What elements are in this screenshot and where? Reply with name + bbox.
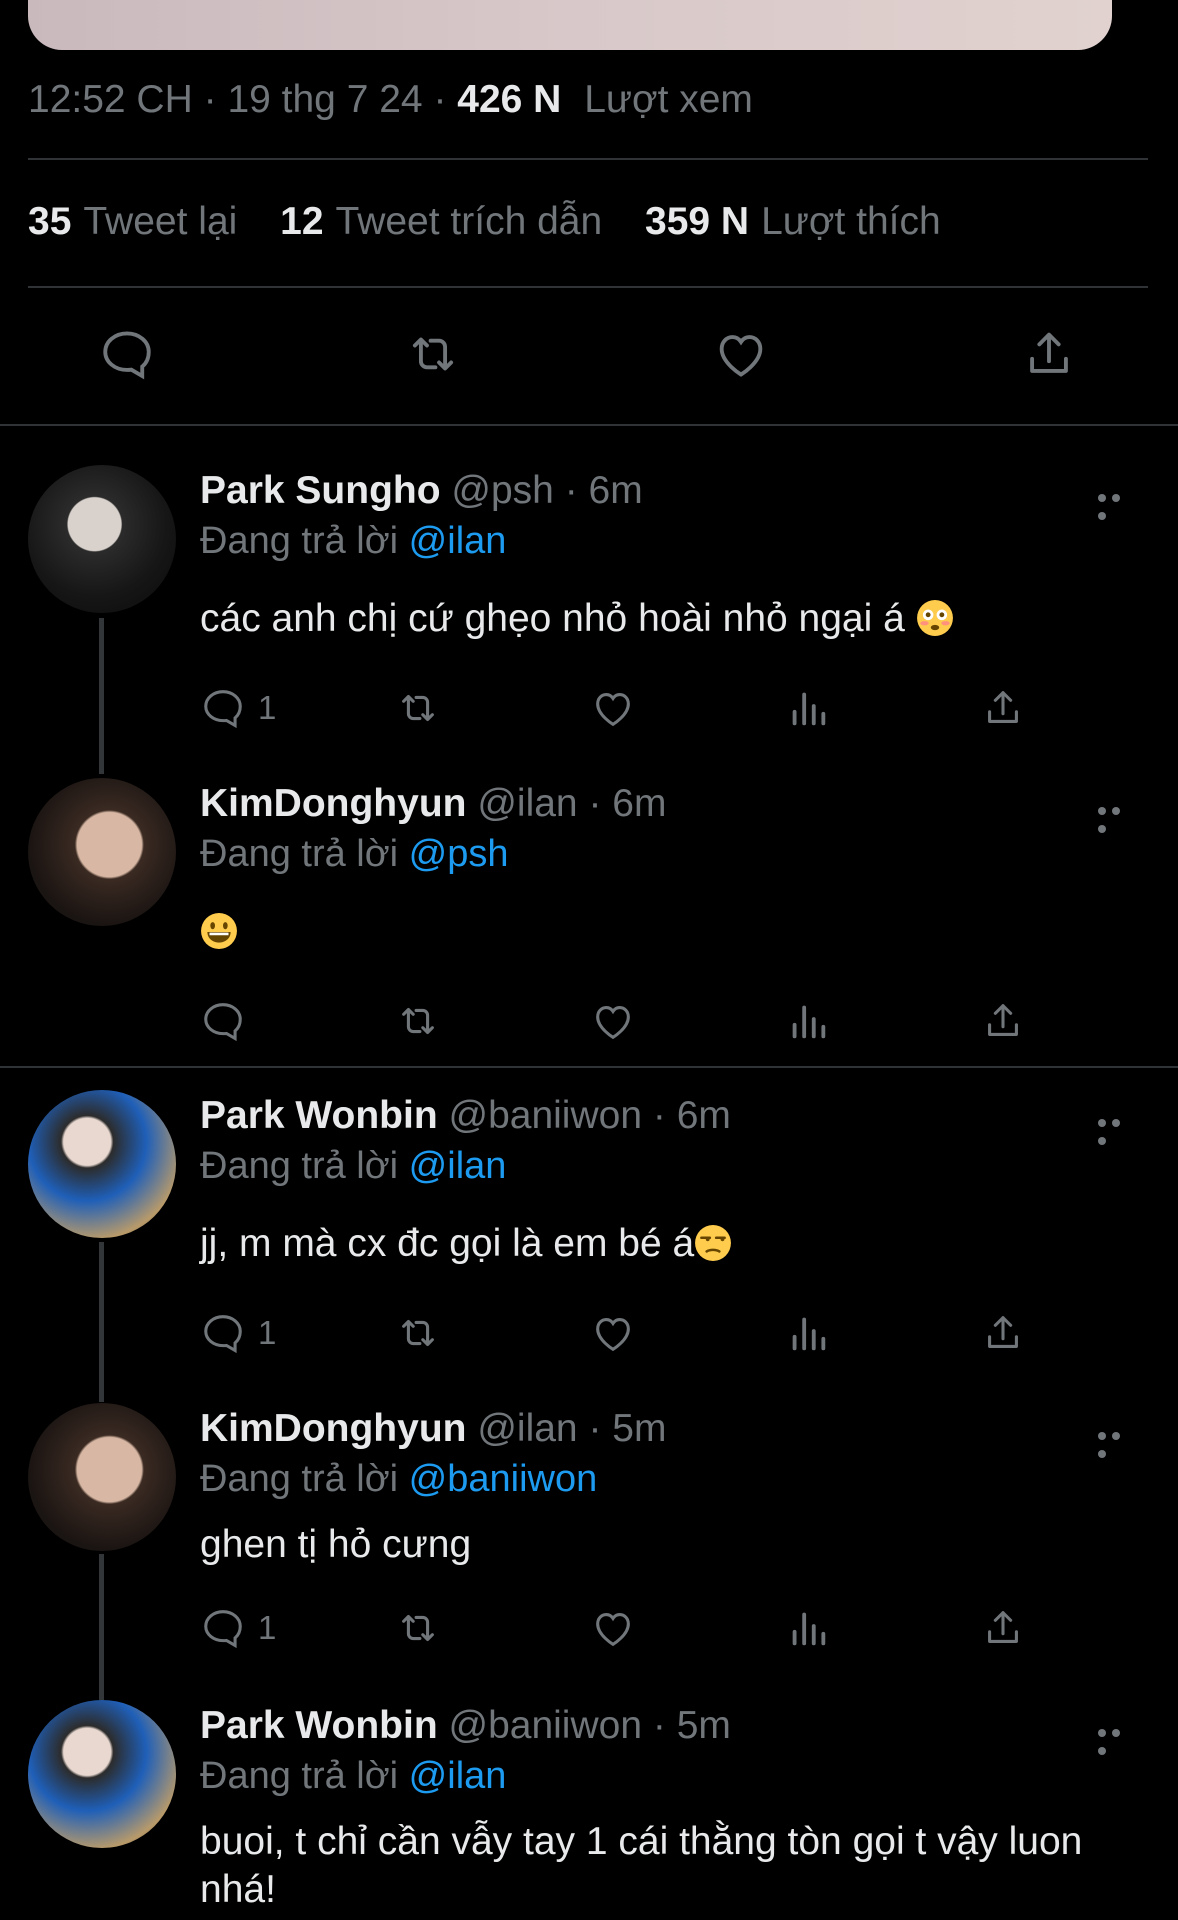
avatar[interactable] — [28, 1403, 176, 1551]
user-handle[interactable]: @ilan — [477, 1407, 577, 1450]
views-label: Lượt xem — [584, 78, 753, 121]
reply-actions: 1 — [200, 1308, 1040, 1358]
thread-line — [99, 1554, 104, 1700]
reply-icon — [204, 690, 242, 729]
more-options-icon[interactable] — [1098, 802, 1138, 833]
user-handle[interactable]: @baniiwon — [448, 1704, 642, 1747]
retweet-icon[interactable] — [404, 325, 462, 383]
share-icon[interactable] — [1020, 325, 1078, 383]
reply-text: jj, m mà cx đc gọi là em bé á — [200, 1222, 695, 1265]
retweet-icon[interactable] — [395, 683, 441, 733]
more-options-icon[interactable] — [1098, 1724, 1138, 1755]
avatar[interactable] — [28, 778, 176, 926]
reply-icon[interactable] — [98, 325, 156, 383]
flushed-face-emoji — [916, 600, 953, 636]
mention-link[interactable]: @ilan — [409, 1755, 507, 1797]
display-name[interactable]: KimDonghyun — [200, 1407, 466, 1450]
display-name[interactable]: KimDonghyun — [200, 782, 466, 825]
analytics-icon[interactable] — [785, 1308, 831, 1358]
avatar[interactable] — [28, 465, 176, 613]
share-icon[interactable] — [980, 683, 1026, 733]
reply-button[interactable]: 1 — [200, 683, 276, 733]
replying-to-label: Đang trả lời — [200, 833, 399, 875]
more-options-icon[interactable] — [1098, 1427, 1138, 1458]
analytics-icon[interactable] — [785, 1603, 831, 1653]
reply-actions: 1 — [200, 1603, 1040, 1653]
reply-text: buoi, t chỉ cần vẫy tay 1 cái thằng tòn … — [200, 1820, 1083, 1911]
tweet-media-image[interactable] — [28, 0, 1112, 50]
display-name[interactable]: Park Sungho — [200, 469, 441, 512]
likes-stat[interactable]: 359 N Lượt thích — [645, 200, 941, 243]
replying-to-label: Đang trả lời — [200, 520, 399, 562]
mention-link[interactable]: @baniiwon — [409, 1458, 598, 1500]
tweet-timestamp-row: 12:52 CH · 19 thg 7 24 · 426 N Lượt xem — [28, 78, 753, 121]
tweet-stats-row: 35 Tweet lại 12 Tweet trích dẫn 359 N Lượt … — [28, 200, 973, 244]
reply-text: ghen tị hỏ cưng — [200, 1523, 472, 1566]
reply-actions: 1 — [200, 683, 1040, 733]
like-icon[interactable] — [590, 1308, 636, 1358]
like-icon[interactable] — [590, 683, 636, 733]
more-options-icon[interactable] — [1098, 489, 1138, 520]
retweet-icon[interactable] — [395, 1308, 441, 1358]
reply-time: 5m — [612, 1407, 667, 1450]
mention-link[interactable]: @ilan — [409, 1145, 507, 1187]
replying-to-label: Đang trả lời — [200, 1458, 399, 1500]
grinning-face-emoji — [201, 913, 237, 949]
divider — [28, 158, 1148, 160]
retweet-icon[interactable] — [395, 996, 441, 1046]
display-name[interactable]: Park Wonbin — [200, 1704, 438, 1747]
reply-button[interactable]: 1 — [200, 1603, 276, 1653]
retweets-stat[interactable]: 35 Tweet lại — [28, 200, 237, 243]
avatar[interactable] — [28, 1090, 176, 1238]
reply-button[interactable]: 1 — [200, 1308, 276, 1358]
thread-line — [99, 618, 104, 774]
tweet-time: 12:52 CH — [28, 78, 193, 121]
avatar[interactable] — [28, 1700, 176, 1848]
display-name[interactable]: Park Wonbin — [200, 1094, 438, 1137]
tweet-date: 19 thg 7 24 — [227, 78, 423, 121]
tweet-action-bar — [0, 325, 1178, 385]
unamused-face-emoji — [695, 1225, 732, 1261]
user-handle[interactable]: @baniiwon — [448, 1094, 642, 1137]
reply-time: 6m — [588, 469, 643, 512]
quote-tweets-stat[interactable]: 12 Tweet trích dẫn — [280, 200, 602, 243]
share-icon[interactable] — [980, 1308, 1026, 1358]
like-icon[interactable] — [590, 996, 636, 1046]
reply-time: 6m — [612, 782, 667, 825]
reply-count: 1 — [258, 689, 277, 726]
divider — [0, 1066, 1178, 1068]
analytics-icon[interactable] — [785, 996, 831, 1046]
replying-to-label: Đang trả lời — [200, 1755, 399, 1797]
divider — [0, 424, 1178, 426]
reply-actions — [200, 996, 1040, 1046]
views-count: 426 N — [457, 78, 562, 121]
reply-icon — [204, 1315, 242, 1354]
like-icon[interactable] — [590, 1603, 636, 1653]
retweet-icon[interactable] — [395, 1603, 441, 1653]
reply-text: các anh chị cứ ghẹo nhỏ hoài nhỏ ngại á — [200, 597, 905, 640]
share-icon[interactable] — [980, 1603, 1026, 1653]
reply-count: 1 — [258, 1609, 277, 1646]
like-icon[interactable] — [712, 325, 770, 383]
divider — [28, 286, 1148, 288]
user-handle[interactable]: @ilan — [477, 782, 577, 825]
share-icon[interactable] — [980, 996, 1026, 1046]
reply-time: 6m — [676, 1094, 731, 1137]
thread-line — [99, 1242, 104, 1402]
reply-icon — [204, 1610, 242, 1649]
reply-count: 1 — [258, 1314, 277, 1351]
reply-icon[interactable] — [200, 996, 246, 1046]
mention-link[interactable]: @psh — [409, 833, 509, 875]
more-options-icon[interactable] — [1098, 1114, 1138, 1145]
reply-time: 5m — [676, 1704, 731, 1747]
analytics-icon[interactable] — [785, 683, 831, 733]
replying-to-label: Đang trả lời — [200, 1145, 399, 1187]
user-handle[interactable]: @psh — [451, 469, 553, 512]
mention-link[interactable]: @ilan — [409, 520, 507, 562]
